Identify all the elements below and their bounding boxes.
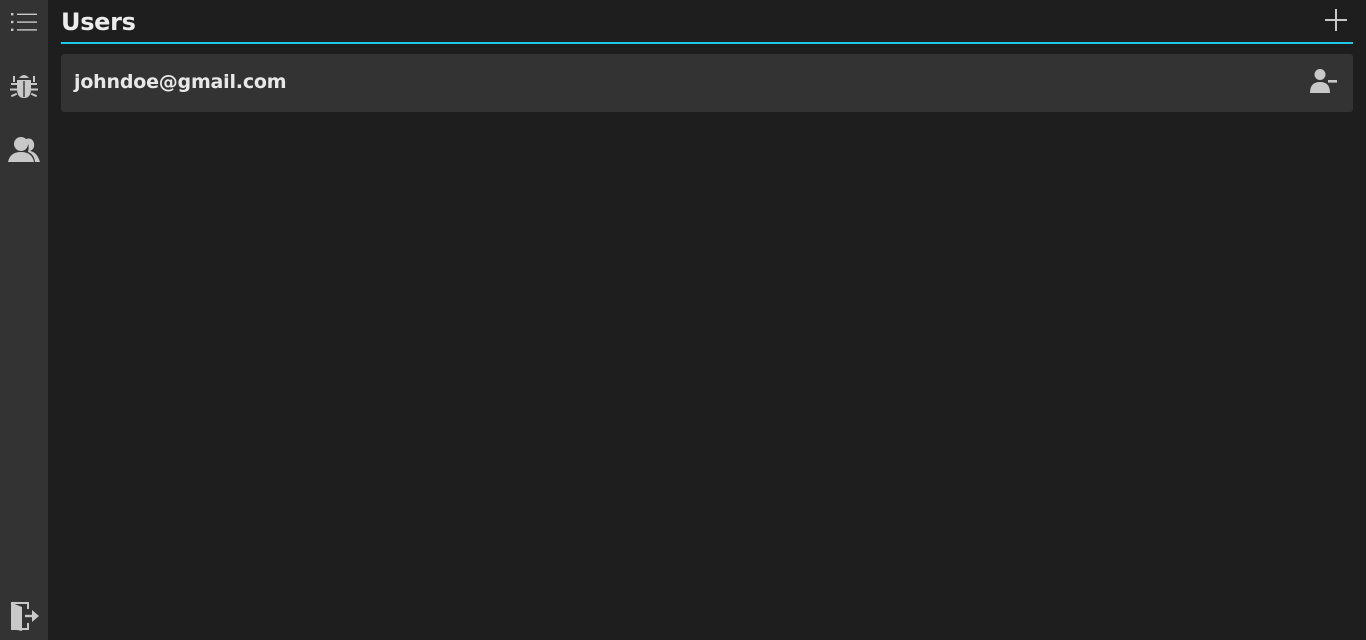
sidebar-item-users[interactable] <box>0 128 48 172</box>
sidebar-item-list[interactable] <box>0 0 48 44</box>
main-content: Users johndoe@gmail.com <box>48 0 1366 640</box>
sidebar <box>0 0 48 640</box>
page-title: Users <box>61 8 136 36</box>
bug-icon <box>9 71 39 101</box>
users-icon <box>7 134 41 166</box>
app-window: Users johndoe@gmail.com <box>0 0 1366 640</box>
user-email: johndoe@gmail.com <box>74 71 287 93</box>
list-icon <box>10 10 38 34</box>
user-list: johndoe@gmail.com <box>61 54 1353 112</box>
logout-icon <box>8 600 40 632</box>
plus-icon <box>1324 8 1348 36</box>
remove-user-icon <box>1310 68 1338 98</box>
add-user-button[interactable] <box>1323 9 1349 35</box>
header: Users <box>61 0 1353 44</box>
sidebar-item-bugs[interactable] <box>0 64 48 108</box>
logout-button[interactable] <box>0 594 48 638</box>
remove-user-button[interactable] <box>1309 68 1339 98</box>
list-item[interactable]: johndoe@gmail.com <box>61 54 1353 112</box>
